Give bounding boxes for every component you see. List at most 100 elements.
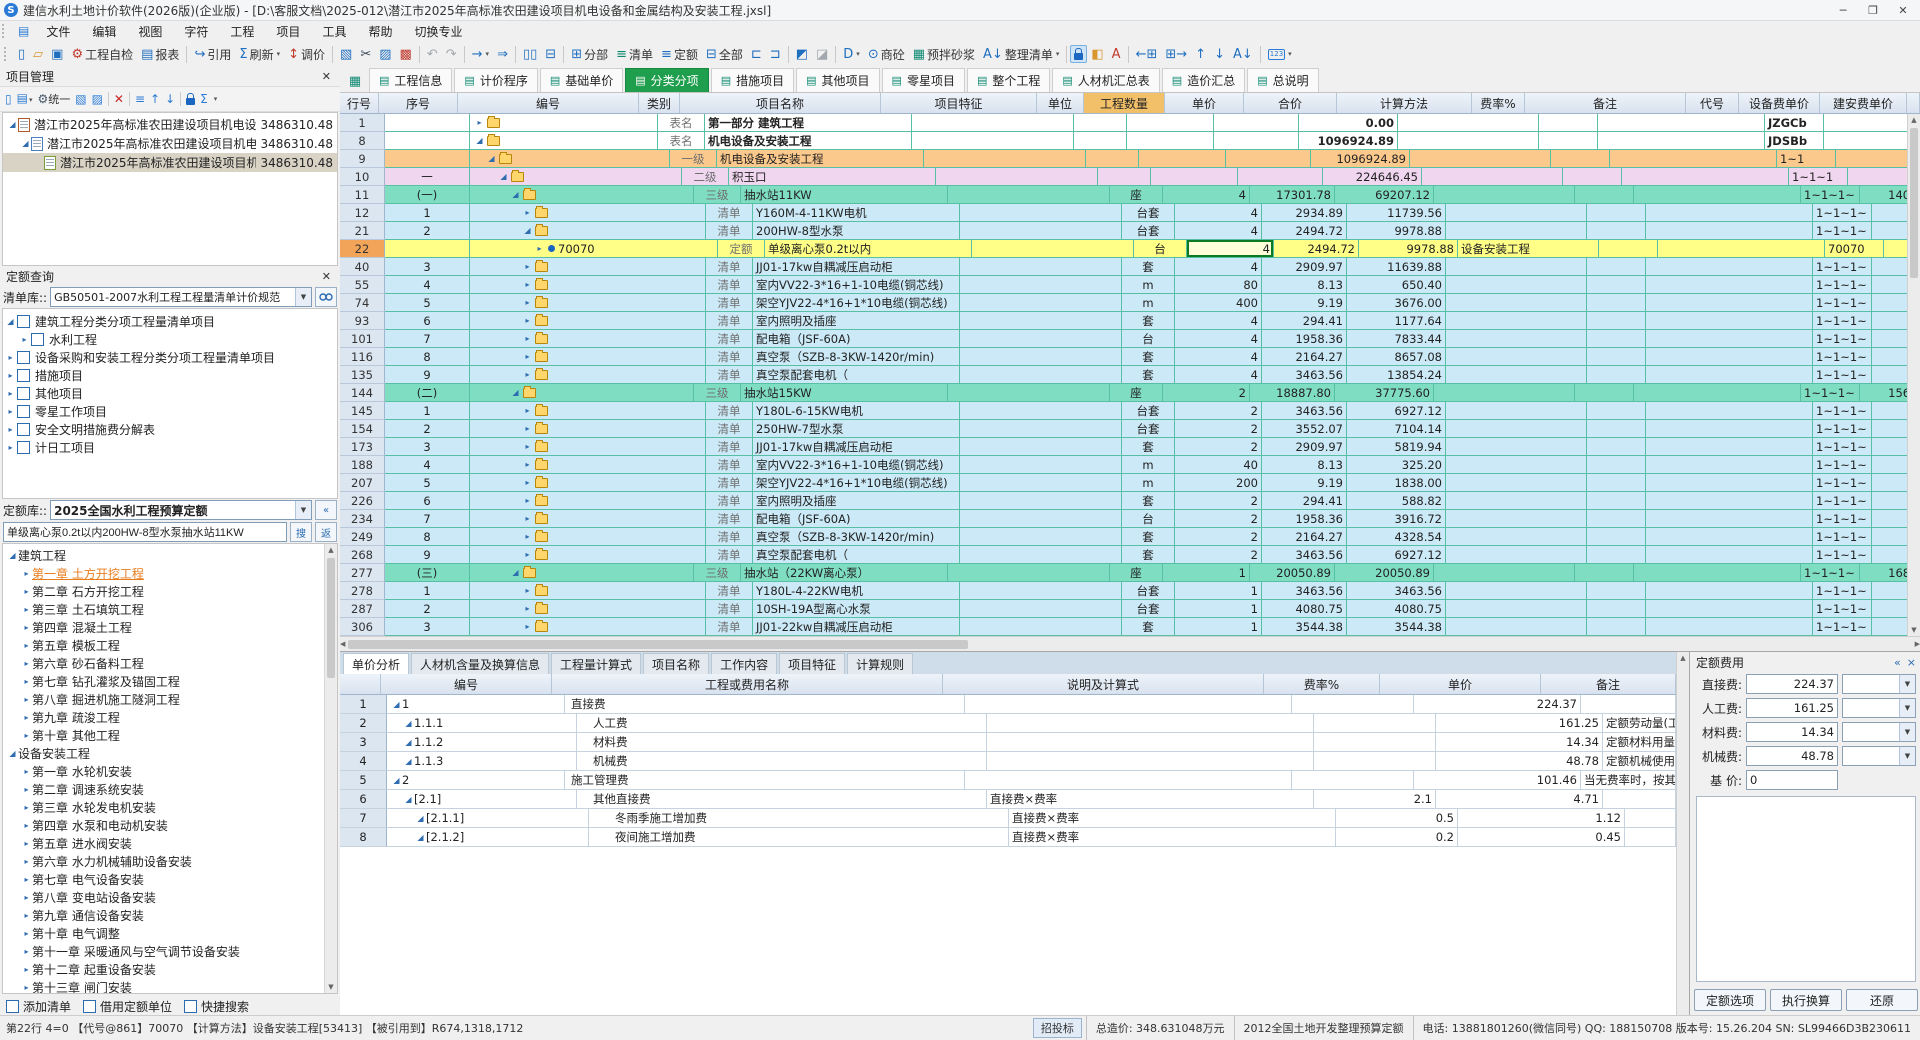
checkbox[interactable] bbox=[17, 351, 30, 364]
cell-unit[interactable]: 台 bbox=[1122, 330, 1175, 348]
cell-code[interactable]: ▸ bbox=[470, 204, 706, 222]
cell-note[interactable] bbox=[1646, 510, 1813, 528]
scrollbar-thumb[interactable] bbox=[348, 640, 968, 649]
cell-row-number[interactable]: 8 bbox=[340, 828, 387, 847]
cell-calc-method[interactable] bbox=[1446, 582, 1587, 600]
column-header-单价[interactable]: 单价 bbox=[1165, 93, 1244, 113]
tree-expander-icon[interactable]: ▸ bbox=[21, 983, 32, 992]
cell-rate[interactable] bbox=[1587, 204, 1646, 222]
cell-unit-price[interactable]: 294.41 bbox=[1262, 312, 1347, 330]
list-tree-item[interactable]: ▸计日工项目 bbox=[3, 438, 337, 456]
cell-row-number[interactable]: 226 bbox=[340, 492, 385, 510]
cell-item-name[interactable]: Y160M-4-11KW电机 bbox=[753, 204, 960, 222]
list-view-button[interactable]: ≡清单 bbox=[612, 43, 657, 66]
cell-fee-name[interactable]: 直接费 bbox=[565, 695, 965, 714]
tree-expander-icon[interactable]: ▸ bbox=[21, 677, 32, 686]
fee-field-select[interactable]: ▼ bbox=[1842, 698, 1916, 718]
tree-expander-icon[interactable]: ▸ bbox=[522, 298, 533, 307]
cell-equipment-unit-price[interactable]: 3700.73 bbox=[1872, 600, 1907, 618]
vertical-scrollbar[interactable]: ▲ ▼ bbox=[1907, 114, 1920, 636]
cell-unit[interactable]: 座 bbox=[1110, 384, 1163, 402]
cell-quantity[interactable]: 2 bbox=[1163, 384, 1250, 402]
cell-quantity[interactable]: 4 bbox=[1175, 330, 1262, 348]
tree-expander-icon[interactable]: ◢ bbox=[391, 776, 402, 785]
cell-unit[interactable] bbox=[1074, 132, 1127, 150]
cell-category[interactable]: 表名 bbox=[658, 114, 705, 132]
cell-unit[interactable]: 套 bbox=[1122, 528, 1175, 546]
scroll-up-icon[interactable]: ▲ bbox=[328, 544, 333, 556]
tree-expander-icon[interactable]: ▸ bbox=[21, 821, 32, 830]
cell-row-number[interactable]: 40 bbox=[340, 258, 385, 276]
cell-rate[interactable] bbox=[1587, 474, 1646, 492]
cell-note[interactable] bbox=[1646, 312, 1813, 330]
cell-item-name[interactable]: 机电设备及安装工程 bbox=[705, 132, 912, 150]
back-button[interactable]: 返 bbox=[315, 522, 337, 542]
checkbox[interactable] bbox=[83, 1000, 96, 1013]
cell-rate[interactable] bbox=[1563, 168, 1622, 186]
cell-unit-price[interactable]: 8.13 bbox=[1262, 456, 1347, 474]
cell-unit[interactable]: m bbox=[1122, 474, 1175, 492]
cell-rate[interactable] bbox=[1314, 714, 1436, 733]
checkbox[interactable] bbox=[17, 387, 30, 400]
cell-feature[interactable] bbox=[948, 384, 1110, 402]
cell-total-price[interactable]: 3463.56 bbox=[1347, 582, 1446, 600]
list-tree-item[interactable]: ▸其他项目 bbox=[3, 384, 337, 402]
cell-row-number[interactable]: 7 bbox=[340, 809, 387, 828]
cell-ref-code[interactable]: 1~1~1~ bbox=[1813, 492, 1872, 510]
cell-seq[interactable]: 1 bbox=[385, 402, 470, 420]
toolbar-grip[interactable] bbox=[4, 47, 11, 61]
analysis-column-header-单价[interactable]: 单价 bbox=[1380, 674, 1541, 694]
scroll-left-icon[interactable]: ◀ bbox=[340, 638, 345, 650]
cell-feature[interactable] bbox=[960, 258, 1122, 276]
cell-item-name[interactable]: 第一部分 建筑工程 bbox=[705, 114, 912, 132]
cell-unit-price[interactable]: 48.78 bbox=[1436, 752, 1603, 771]
cell-feature[interactable] bbox=[960, 348, 1122, 366]
cell-equipment-unit-price[interactable]: 3172.05 bbox=[1872, 366, 1907, 384]
lock-button[interactable] bbox=[1070, 45, 1087, 63]
cell-quantity[interactable]: 2 bbox=[1175, 420, 1262, 438]
cell-feature[interactable] bbox=[948, 564, 1110, 582]
cell-feature[interactable] bbox=[936, 168, 1098, 186]
cell-feature[interactable] bbox=[960, 510, 1122, 528]
cell-code[interactable]: ◢1.1.3 bbox=[387, 752, 577, 771]
cell-item-name[interactable]: 真空泵（SZB-8-3KW-1420r/min) bbox=[753, 348, 960, 366]
cell-category[interactable]: 三级 bbox=[694, 186, 741, 204]
cell-fee-name[interactable]: 材料费 bbox=[577, 733, 987, 752]
horizontal-scrollbar[interactable]: ◀ ▶ bbox=[340, 636, 1920, 651]
cell-equipment-unit-price[interactable]: 158.60 bbox=[1872, 312, 1907, 330]
scroll-right-icon[interactable]: ▶ bbox=[1915, 638, 1920, 650]
cell-item-name[interactable]: 架空YJV22-4*16+1*10电缆(铜芯线) bbox=[753, 474, 960, 492]
cell-category[interactable]: 清单 bbox=[706, 492, 753, 510]
cell-note[interactable] bbox=[1646, 492, 1813, 510]
button-定额选项[interactable]: 定额选项 bbox=[1694, 989, 1766, 1011]
cell-code[interactable]: ▸ bbox=[470, 474, 706, 492]
column-header-建安费单价[interactable]: 建安费单价 bbox=[1820, 93, 1907, 113]
cell-total-price[interactable]: 3544.38 bbox=[1347, 618, 1446, 636]
cell-total-price[interactable]: 37775.60 bbox=[1335, 384, 1434, 402]
cell-quantity[interactable]: 4 bbox=[1175, 204, 1262, 222]
cell-category[interactable]: 清单 bbox=[706, 618, 753, 636]
cell-note[interactable] bbox=[1622, 168, 1789, 186]
analysis-row[interactable]: 6◢[2.1]其他直接费直接费×费率2.14.71 bbox=[340, 790, 1676, 809]
cell-seq[interactable]: 8 bbox=[385, 528, 470, 546]
split-vertical-button[interactable]: ▯▯ bbox=[519, 45, 541, 64]
tree-expander-icon[interactable]: ▸ bbox=[5, 371, 16, 380]
cell-total-price[interactable]: 1096924.89 bbox=[1311, 150, 1410, 168]
cell-calc-method[interactable] bbox=[1446, 312, 1587, 330]
cell-equipment-unit-price[interactable]: 16822.47 bbox=[1860, 564, 1907, 582]
cell-total-price[interactable]: 8657.08 bbox=[1347, 348, 1446, 366]
cell-feature[interactable] bbox=[960, 294, 1122, 312]
cell-quantity[interactable]: 2 bbox=[1175, 402, 1262, 420]
cell-row-number[interactable]: 4 bbox=[340, 752, 387, 771]
cell-seq[interactable]: 2 bbox=[385, 222, 470, 240]
chapter-item[interactable]: ▸第八章 变电站设备安装 bbox=[5, 888, 324, 906]
tree-expander-icon[interactable]: ▸ bbox=[522, 586, 533, 595]
cell-seq[interactable]: (三) bbox=[385, 564, 470, 582]
cell-unit-price[interactable]: 3463.56 bbox=[1262, 402, 1347, 420]
tree-expander-icon[interactable]: ◢ bbox=[391, 700, 402, 709]
cell-feature[interactable] bbox=[960, 492, 1122, 510]
cell-equipment-unit-price[interactable] bbox=[1824, 132, 1907, 150]
tree-expander-icon[interactable]: ◢ bbox=[403, 795, 414, 804]
cell-equipment-unit-price[interactable]: 3.17 bbox=[1872, 276, 1907, 294]
list-tree-item[interactable]: ▸零星工作项目 bbox=[3, 402, 337, 420]
